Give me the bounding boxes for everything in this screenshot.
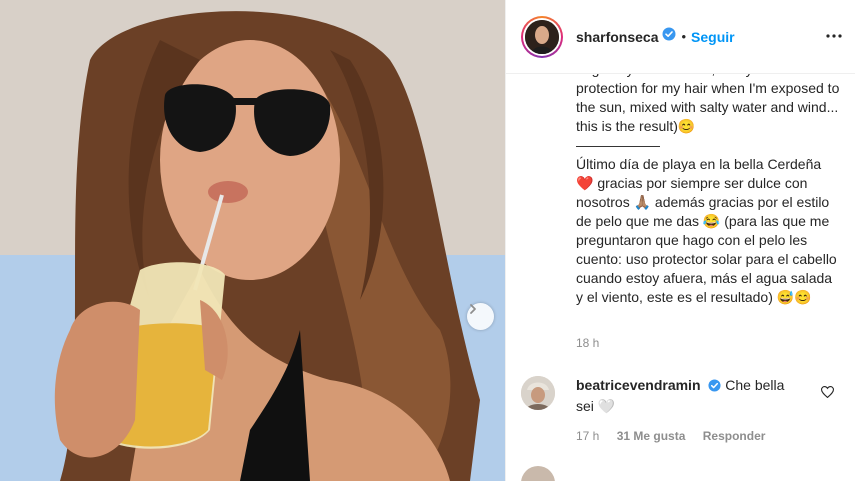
caption-divider: —————— <box>576 137 660 153</box>
comment-time[interactable]: 17 h <box>576 429 599 443</box>
avatar[interactable] <box>521 15 563 58</box>
caption-english: protection for my hair when I'm exposed … <box>576 80 840 134</box>
caption-spanish: Último día de playa en la bella Cerdeña … <box>576 156 837 305</box>
comment-avatar[interactable] <box>521 376 555 410</box>
post-header: sharfonseca • Seguir <box>506 0 855 74</box>
comment-meta: 17 h 31 Me gusta Responder <box>576 429 779 443</box>
more-options-button[interactable] <box>826 28 842 49</box>
chevron-right-icon <box>470 304 476 314</box>
verified-badge-icon <box>662 27 676 46</box>
separator-dot: • <box>681 29 687 44</box>
comment-username[interactable]: beatricevendramin <box>576 377 701 393</box>
avatar-photo-icon <box>525 19 559 54</box>
post-username[interactable]: sharfonseca <box>576 29 658 45</box>
comment-like-button[interactable] <box>820 385 835 403</box>
verified-badge-icon <box>708 378 721 397</box>
post-details-panel: sharfonseca • Seguir to get my hair like… <box>505 0 855 481</box>
next-comment-peek <box>521 464 841 481</box>
follow-button[interactable]: Seguir <box>691 29 735 45</box>
post-timestamp[interactable]: 18 h <box>576 336 599 350</box>
comment-avatar[interactable] <box>521 466 555 481</box>
post-caption: to get my hair like this, I only use sun… <box>576 60 841 307</box>
heart-icon <box>820 386 835 399</box>
post-photo[interactable] <box>0 0 505 481</box>
more-horizontal-icon <box>826 34 842 38</box>
comment-body: beatricevendramin Che bella sei 🤍 <box>576 376 806 416</box>
carousel-next-button[interactable] <box>467 303 494 330</box>
commenter-photo-icon <box>521 376 555 410</box>
reply-button[interactable]: Responder <box>703 429 766 443</box>
photo-illustration <box>0 0 505 481</box>
comment-likes[interactable]: 31 Me gusta <box>617 429 686 443</box>
